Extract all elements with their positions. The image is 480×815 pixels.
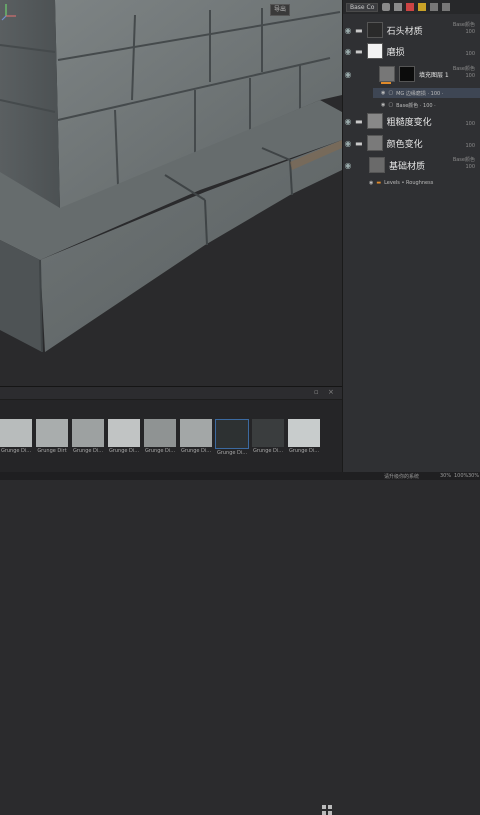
visibility-eye-icon[interactable]: ◉ bbox=[343, 117, 353, 126]
layer-color-variation[interactable]: ◉ ▬ 颜色变化 100 bbox=[343, 134, 480, 152]
layer-thumbnail bbox=[369, 157, 385, 173]
folder-icon: ▬ bbox=[355, 25, 363, 35]
folder-icon: ▬ bbox=[355, 138, 363, 148]
viewport-export-button[interactable]: 导出 bbox=[270, 4, 290, 16]
shelf-item[interactable]: Grunge Di... bbox=[0, 419, 32, 465]
visibility-eye-icon[interactable]: ◉ bbox=[381, 102, 385, 108]
layer-thumbnail bbox=[366, 43, 383, 59]
layer-thumbnail bbox=[379, 66, 395, 82]
grunge-thumbnail bbox=[72, 419, 104, 447]
folder-icon: ▬ bbox=[355, 116, 363, 126]
layer-name: 粗糙度变化 bbox=[386, 117, 432, 128]
visibility-eye-icon[interactable]: ◉ bbox=[381, 90, 385, 96]
fill-effect-icon: ▢ bbox=[388, 102, 394, 108]
mask-icon[interactable] bbox=[406, 3, 415, 11]
axis-gizmo-icon bbox=[1, 4, 16, 21]
trash-icon[interactable] bbox=[442, 3, 451, 11]
maximize-icon[interactable]: ▫ bbox=[314, 389, 321, 396]
brush-icon[interactable] bbox=[382, 3, 391, 11]
levels-icon: ▬ bbox=[376, 179, 382, 186]
layers-panel: Base Co ◉ ▬ 石头材质 Base颜色 100 ◉ ▬ 磨损 100 ◉ … bbox=[342, 0, 480, 472]
grid-view-icon[interactable] bbox=[322, 805, 332, 815]
effect-row-base-color[interactable]: ◉ ▢ Base颜色 · 100 · bbox=[373, 100, 480, 110]
fill-icon[interactable] bbox=[394, 3, 403, 11]
visibility-eye-icon[interactable]: ◉ bbox=[343, 47, 353, 56]
layer-base-material[interactable]: ◉ 基础材质 Base颜色 100 bbox=[343, 155, 480, 175]
layer-roughness-variation[interactable]: ◉ ▬ 粗糙度变化 100 bbox=[343, 112, 480, 130]
layer-wear[interactable]: ◉ ▬ 磨损 100 bbox=[343, 42, 480, 60]
layer-meta: 100 bbox=[465, 143, 475, 149]
status-bar: 请升级你的系统 30% 100% 30% bbox=[0, 472, 480, 480]
layer-meta: Base颜色 100 bbox=[452, 66, 475, 79]
close-icon[interactable]: × bbox=[328, 389, 335, 396]
layer-name: 磨损 bbox=[386, 47, 405, 58]
visibility-eye-icon[interactable]: ◉ bbox=[343, 26, 353, 35]
layer-stone-material[interactable]: ◉ ▬ 石头材质 Base颜色 100 bbox=[343, 20, 480, 40]
stone-wall-render bbox=[0, 0, 342, 386]
shelf-item[interactable]: Grunge Di... bbox=[180, 419, 212, 465]
shelf-item[interactable]: Grunge Di... bbox=[108, 419, 140, 465]
layer-fill-1[interactable]: ◉ 填充图层 1 Base颜色 100 bbox=[343, 64, 480, 84]
visibility-eye-icon[interactable]: ◉ bbox=[343, 161, 353, 170]
layer-thumbnail bbox=[366, 113, 383, 129]
layer-meta: 100 bbox=[465, 51, 475, 57]
grunge-thumbnail bbox=[252, 419, 284, 447]
generator-icon: ▢ bbox=[388, 90, 394, 96]
layer-thumbnail bbox=[366, 22, 383, 38]
effect-icon[interactable] bbox=[418, 3, 427, 11]
layer-name: 石头材质 bbox=[386, 26, 423, 37]
layers-toolbar: Base Co bbox=[343, 0, 480, 14]
shelf-item[interactable]: Grunge Di... bbox=[144, 419, 176, 465]
status-message: 请升级你的系统 bbox=[384, 474, 420, 480]
shelf-item[interactable]: Grunge Di... bbox=[252, 419, 284, 465]
grunge-thumbnail bbox=[36, 419, 68, 447]
visibility-eye-icon[interactable]: ◉ bbox=[343, 139, 353, 148]
folder-add-icon[interactable] bbox=[430, 3, 439, 11]
layer-meta: Base颜色 100 bbox=[452, 157, 475, 170]
effect-row-levels[interactable]: ◉ ▬ Levels • Roughness bbox=[367, 178, 480, 187]
grunge-thumbnail bbox=[0, 419, 32, 447]
grunge-thumbnail bbox=[215, 419, 249, 449]
layer-name: 基础材质 bbox=[389, 161, 426, 172]
channel-mode-select[interactable]: Base Co bbox=[346, 2, 379, 12]
layer-name: 填充图层 1 bbox=[419, 71, 449, 79]
layer-meta: Base颜色 100 bbox=[452, 22, 475, 35]
layer-thumbnail bbox=[366, 135, 383, 151]
status-zoom: 30% bbox=[440, 473, 452, 479]
mask-thumbnail bbox=[399, 66, 415, 82]
shelf-items: Grunge Di... Grunge Dirt Grunge Di... Gr… bbox=[0, 419, 320, 465]
grunge-thumbnail bbox=[180, 419, 212, 447]
folder-icon: ▬ bbox=[355, 46, 363, 56]
visibility-eye-icon[interactable]: ◉ bbox=[343, 70, 353, 79]
grunge-thumbnail bbox=[144, 419, 176, 447]
viewport-3d[interactable]: 导出 bbox=[0, 0, 342, 386]
status-value-1: 100% bbox=[454, 473, 469, 479]
visibility-eye-icon[interactable]: ◉ bbox=[369, 180, 373, 186]
status-value-2: 30% bbox=[468, 473, 480, 479]
shelf-item[interactable]: Grunge Di... bbox=[215, 419, 249, 465]
mask-indicator bbox=[381, 82, 391, 84]
shelf-item[interactable]: Grunge Dirt bbox=[36, 419, 68, 465]
layer-meta: 100 bbox=[465, 121, 475, 127]
layer-name: 颜色变化 bbox=[386, 139, 423, 150]
shelf-header: ▫ × bbox=[0, 387, 342, 400]
grunge-thumbnail bbox=[108, 419, 140, 447]
effect-row-edge-wear[interactable]: ◉ ▢ MG 边缘磨损 · 100 · bbox=[373, 88, 480, 98]
shelf-panel: ▫ × Grunge Di... Grunge Dirt Grunge Di..… bbox=[0, 386, 342, 815]
shelf-item[interactable]: Grunge Di... bbox=[72, 419, 104, 465]
grunge-thumbnail bbox=[288, 419, 320, 447]
shelf-item[interactable]: Grunge Di... bbox=[288, 419, 320, 465]
